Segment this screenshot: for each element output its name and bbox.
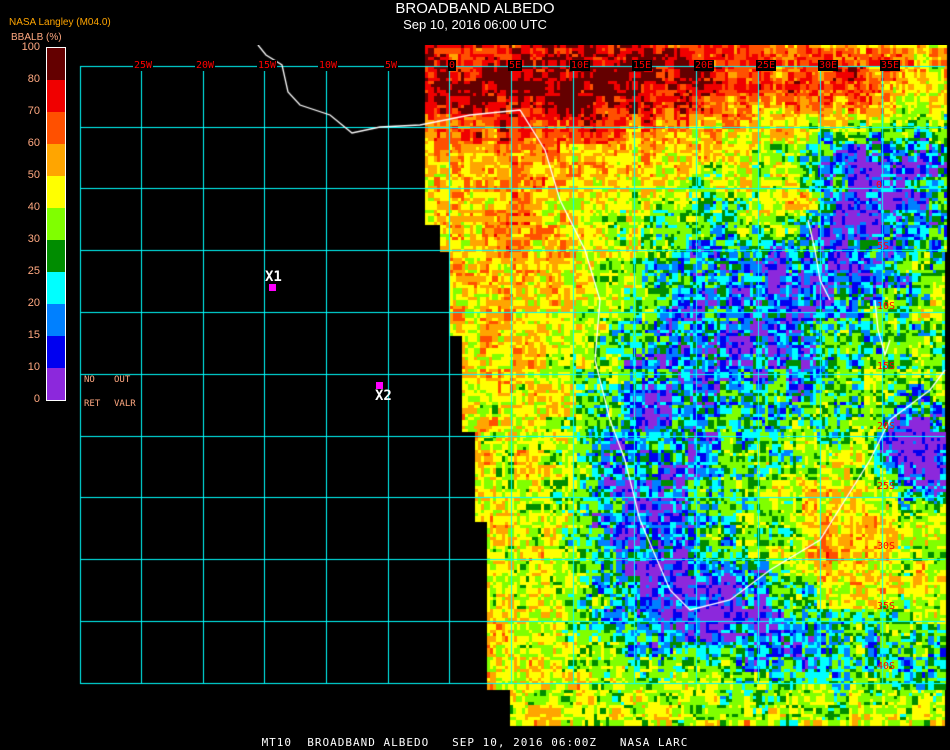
colorbar-tick-label: 70 [27, 105, 40, 117]
colorbar-segment [47, 336, 65, 368]
colorbar-segment [47, 144, 65, 176]
latitude-label: 25S [877, 481, 896, 492]
latitude-label: 5S [877, 241, 890, 252]
colorbar-tick-label: 50 [27, 169, 40, 181]
colorbar-tick-label: 15 [27, 329, 40, 341]
colorbar-segment [47, 112, 65, 144]
latitude-label: 10S [877, 301, 896, 312]
latitude-label: 0 [876, 180, 883, 191]
latitude-label: 15S [877, 361, 896, 372]
longitude-label: 5W [384, 60, 399, 71]
colorbar-segment [47, 80, 65, 112]
longitude-label: 25W [133, 60, 154, 71]
colorbar-tick-label: 20 [27, 297, 40, 309]
legend-out: OUT [114, 375, 131, 385]
colorbar-segment [47, 48, 65, 80]
longitude-label: 0 [448, 60, 457, 71]
legend-valr: VALR [114, 399, 136, 409]
colorbar-segment [47, 176, 65, 208]
colorbar-segment [47, 208, 65, 240]
longitude-label: 10W [318, 60, 339, 71]
map-timestamp: Sep 10, 2016 06:00 UTC [403, 17, 547, 32]
colorbar-tick-label: 60 [27, 137, 40, 149]
legend-no: NO [84, 375, 95, 385]
albedo-map [0, 45, 950, 735]
longitude-label: 20W [195, 60, 216, 71]
longitude-label: 15W [257, 60, 278, 71]
longitude-label: 30E [818, 60, 839, 71]
colorbar-tick-label: 100 [21, 41, 40, 53]
latitude-label: 35S [877, 601, 896, 612]
latitude-label: 20S [877, 421, 896, 432]
longitude-label: 20E [694, 60, 715, 71]
colorbar-segment [47, 240, 65, 272]
latitude-label: 40S [877, 661, 896, 672]
longitude-label: 35E [880, 60, 901, 71]
colorbar-segment [47, 304, 65, 336]
colorbar-tick-label: 80 [27, 73, 40, 85]
colorbar-tick-label: 40 [27, 201, 40, 213]
colorbar-tick-label: 25 [27, 265, 40, 277]
source-label: NASA Langley (M04.0) [9, 17, 111, 28]
colorbar-tick-label: 10 [27, 361, 40, 373]
legend-ret: RET [84, 399, 101, 409]
longitude-label: 25E [756, 60, 777, 71]
longitude-label: 10E [570, 60, 591, 71]
colorbar-segment [47, 368, 65, 400]
colorbar-tick-label: 0 [33, 393, 40, 405]
map-title: BROADBAND ALBEDO [395, 0, 555, 17]
marker-x1[interactable] [269, 284, 276, 291]
latitude-label: 30S [877, 541, 896, 552]
marker-label-x2: X2 [375, 388, 392, 404]
longitude-label: 5E [508, 60, 523, 71]
longitude-label: 15E [632, 60, 653, 71]
colorbar-tick-label: 30 [27, 233, 40, 245]
colorbar-segment [47, 272, 65, 304]
colorbar [46, 47, 66, 401]
footer-caption: MT10 BROADBAND ALBEDO SEP 10, 2016 06:00… [261, 736, 689, 749]
marker-label-x1: X1 [265, 269, 282, 285]
